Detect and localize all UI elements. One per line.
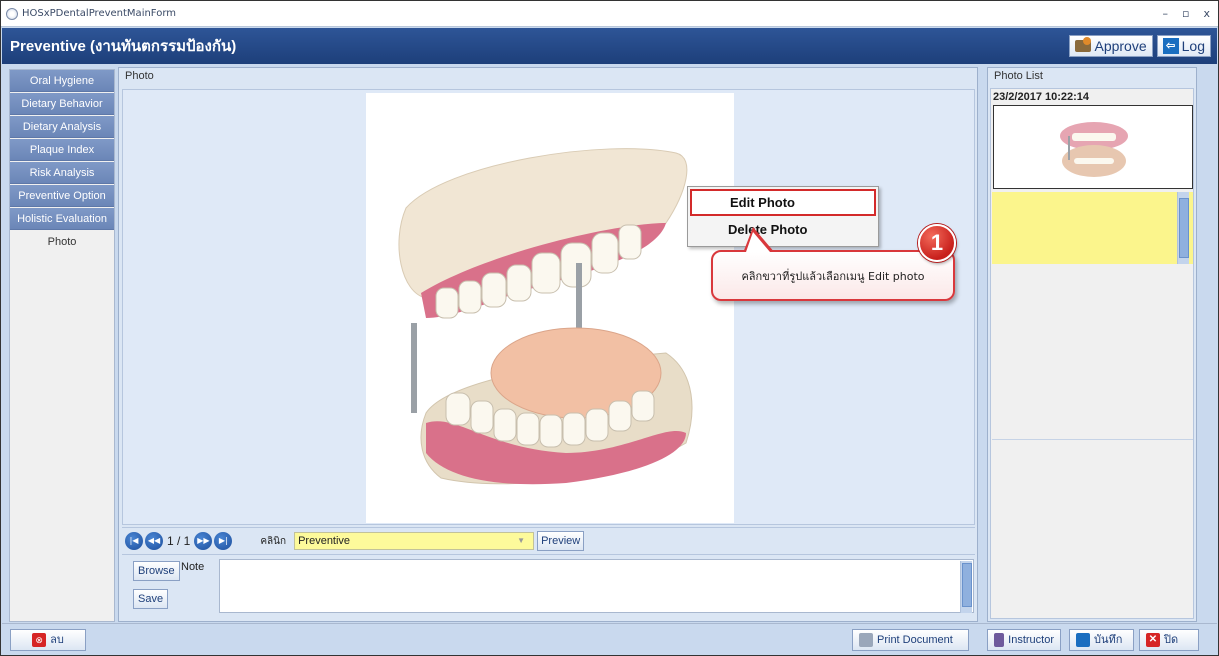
- photo-list-caption: Photo List: [994, 70, 1043, 82]
- save-photo-button[interactable]: Save: [133, 589, 169, 609]
- clinic-select-value: Preventive: [298, 535, 351, 547]
- log-button[interactable]: ⇦ Log: [1156, 35, 1211, 57]
- photo-list-item-date: 23/2/2017 10:22:14: [993, 91, 1090, 103]
- note-scrollbar[interactable]: [960, 561, 972, 613]
- dental-model-photo[interactable]: [366, 93, 734, 523]
- dental-model-thumbnail: [1060, 122, 1128, 177]
- sidebar-item-photo[interactable]: Photo: [10, 231, 114, 253]
- note-area: Browse Note Save: [122, 557, 975, 619]
- sidebar-item-dietary-analysis[interactable]: Dietary Analysis: [10, 116, 114, 138]
- log-label: Log: [1181, 38, 1205, 54]
- sidebar-item-holistic-evaluation[interactable]: Holistic Evaluation: [10, 208, 114, 230]
- delete-button[interactable]: ⊗ ลบ: [10, 629, 86, 651]
- sidebar-item-oral-hygiene[interactable]: Oral Hygiene: [10, 70, 114, 92]
- clinic-select[interactable]: Preventive ▼: [294, 532, 535, 550]
- photo-pager: 1 / 1: [167, 534, 191, 548]
- window-titlebar: HOSxPDentalPreventMainForm – ▫ x: [1, 1, 1218, 27]
- sidebar-item-plaque-index[interactable]: Plaque Index: [10, 139, 114, 161]
- note-label: Note: [181, 561, 205, 573]
- approve-button[interactable]: Approve: [1069, 35, 1153, 57]
- photo-list-divider: [992, 439, 1193, 440]
- sidebar: Oral Hygiene Dietary Behavior Dietary An…: [9, 69, 115, 622]
- save-record-button[interactable]: บันทึก: [1069, 629, 1134, 651]
- photo-list-scrollbar-thumb[interactable]: [1179, 198, 1189, 258]
- sidebar-item-risk-analysis[interactable]: Risk Analysis: [10, 162, 114, 184]
- right-edge-bar: [1200, 67, 1216, 622]
- clinic-label: คลินิก: [260, 535, 287, 547]
- person-icon: [994, 633, 1005, 647]
- chevron-down-icon: ▼: [517, 536, 526, 545]
- instructor-button[interactable]: Instructor: [987, 629, 1061, 651]
- delete-label: ลบ: [50, 634, 64, 646]
- approve-icon: [1075, 37, 1092, 52]
- printer-icon: [859, 633, 873, 647]
- edit-photo-menu-item[interactable]: Edit Photo: [690, 189, 876, 216]
- close-label: ปิด: [1164, 634, 1179, 646]
- close-window-button[interactable]: x: [1203, 7, 1210, 20]
- print-document-button[interactable]: Print Document: [852, 629, 969, 651]
- bottom-toolbar: ⊗ ลบ Print Document Instructor บันทึก ✕ …: [2, 623, 1217, 654]
- previous-photo-button[interactable]: ◀◀: [145, 532, 163, 550]
- next-photo-button[interactable]: ▶▶: [194, 532, 213, 550]
- last-photo-button[interactable]: ▶|: [214, 532, 233, 550]
- approve-label: Approve: [1094, 38, 1147, 54]
- sidebar-item-preventive-option[interactable]: Preventive Option: [10, 185, 114, 207]
- first-photo-button[interactable]: |◀: [125, 532, 143, 550]
- page-title: Preventive (งานทันตกรรมป้องกัน): [10, 38, 237, 55]
- maximize-button[interactable]: ▫: [1182, 7, 1189, 20]
- app-icon: [6, 7, 18, 20]
- panel-splitter[interactable]: [980, 67, 986, 622]
- save-icon: [1076, 633, 1090, 647]
- window-title: HOSxPDentalPreventMainForm: [22, 8, 176, 19]
- photo-list-empty-slot[interactable]: [992, 192, 1193, 264]
- preview-button[interactable]: Preview: [537, 531, 585, 551]
- close-button[interactable]: ✕ ปิด: [1139, 629, 1199, 651]
- minimize-button[interactable]: –: [1163, 7, 1169, 20]
- photo-list-panel: Photo List 23/2/2017 10:22:14: [987, 67, 1197, 622]
- photo-list: 23/2/2017 10:22:14: [990, 88, 1194, 619]
- photo-thumbnail[interactable]: [993, 105, 1193, 189]
- instruction-callout: คลิกขวาที่รูปแล้วเลือกเมนู Edit photo: [711, 250, 955, 301]
- dental-model-image: [398, 148, 693, 485]
- note-input[interactable]: [219, 559, 974, 613]
- photo-list-scrollbar[interactable]: [1177, 192, 1189, 264]
- log-icon: ⇦: [1162, 38, 1179, 54]
- step-number-badge: 1: [918, 224, 956, 262]
- trash-icon: ⊗: [32, 633, 47, 647]
- delete-photo-menu-item[interactable]: Delete Photo: [688, 216, 878, 243]
- callout-text: คลิกขวาที่รูปแล้วเลือกเมนู Edit photo: [741, 269, 925, 283]
- save-record-label: บันทึก: [1094, 634, 1123, 646]
- photo-panel: Photo |◀ ◀◀ 1 / 1 ▶▶ ▶| คลินิก Preventiv…: [118, 67, 978, 622]
- photo-panel-caption: Photo: [125, 70, 154, 82]
- sidebar-item-dietary-behavior[interactable]: Dietary Behavior: [10, 93, 114, 115]
- app-window: HOSxPDentalPreventMainForm – ▫ x Prevent…: [0, 0, 1219, 656]
- callout-pointer-fill: [746, 232, 770, 252]
- print-label: Print Document: [877, 634, 953, 646]
- note-scrollbar-thumb[interactable]: [962, 563, 972, 607]
- photo-viewer[interactable]: [122, 89, 975, 525]
- close-icon: ✕: [1146, 633, 1160, 647]
- context-menu: Edit Photo Delete Photo: [687, 186, 879, 247]
- photo-navigation-bar: |◀ ◀◀ 1 / 1 ▶▶ ▶| คลินิก Preventive ▼ Pr…: [122, 527, 975, 555]
- window-controls: – ▫ x: [1163, 7, 1210, 20]
- browse-button[interactable]: Browse: [133, 561, 180, 581]
- form-header: Preventive (งานทันตกรรมป้องกัน) Approve …: [2, 28, 1217, 64]
- instructor-label: Instructor: [1008, 634, 1054, 646]
